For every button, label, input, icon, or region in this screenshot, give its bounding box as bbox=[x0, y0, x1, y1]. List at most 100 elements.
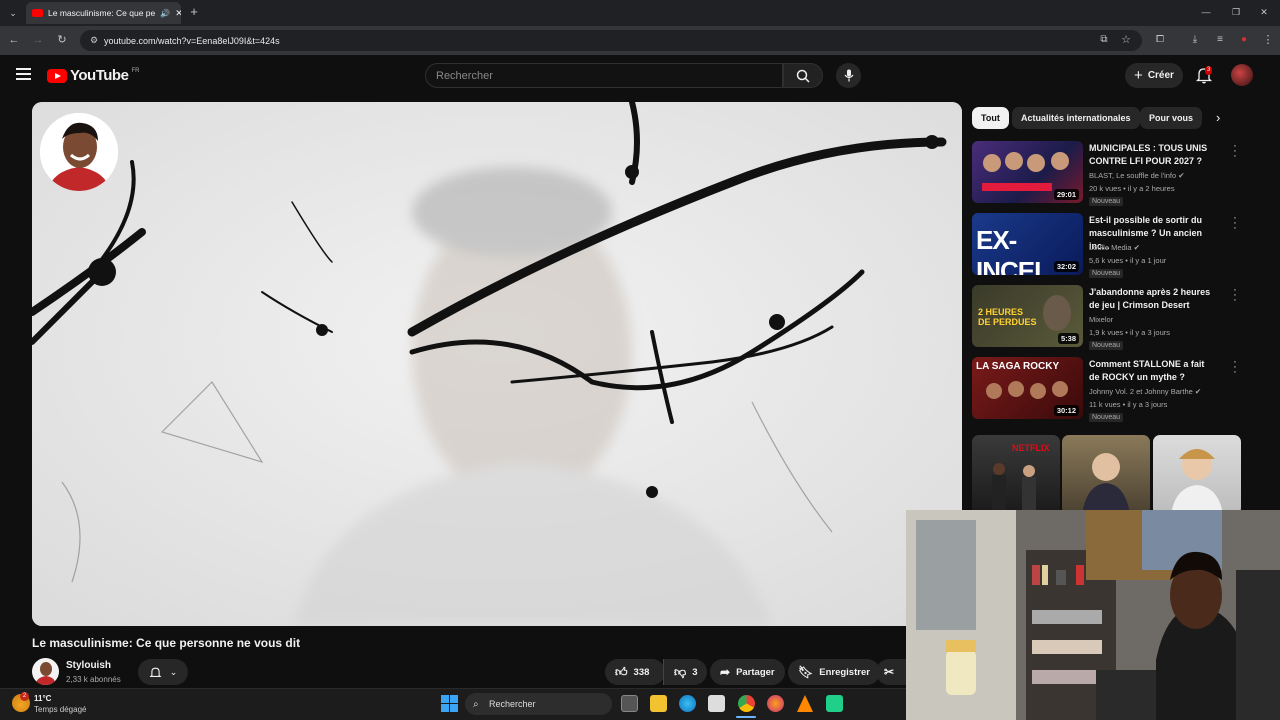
channel-watermark[interactable] bbox=[40, 113, 118, 191]
recommended-channel[interactable]: Mixelor bbox=[1089, 315, 1113, 324]
channel-avatar-image bbox=[32, 658, 59, 685]
app-icon[interactable] bbox=[826, 695, 843, 712]
search-input[interactable]: Rechercher bbox=[425, 63, 783, 88]
window-close-button[interactable]: ✕ bbox=[1256, 5, 1272, 19]
chip-all[interactable]: Tout bbox=[972, 107, 1009, 129]
channel-avatar[interactable] bbox=[32, 658, 59, 685]
video-title: Le masculinisme: Ce que personne ne vous… bbox=[32, 636, 301, 650]
new-tab-button[interactable]: + bbox=[186, 5, 202, 19]
recommended-video[interactable]: 2 HEURES DE PERDUES 5:38 J'abandonne apr… bbox=[972, 285, 1252, 350]
recommended-title[interactable]: MUNICIPALES : TOUS UNIS CONTRE LFI POUR … bbox=[1089, 142, 1217, 168]
voice-search-button[interactable] bbox=[836, 63, 861, 88]
browser-menu-icon[interactable]: ⋮ bbox=[1260, 33, 1276, 47]
video-player[interactable] bbox=[32, 102, 962, 626]
notification-badge: 3 bbox=[1205, 66, 1213, 75]
recommended-channel[interactable]: Loulle Media ✔ bbox=[1089, 243, 1140, 252]
taskbar-search[interactable]: ⌕ Rechercher bbox=[465, 693, 612, 715]
chip-for-you[interactable]: Pour vous bbox=[1140, 107, 1203, 129]
new-badge: Nouveau bbox=[1089, 269, 1124, 278]
duration-badge: 30:12 bbox=[1053, 405, 1079, 416]
logo-country-code: FR bbox=[131, 67, 140, 74]
taskbar-search-label: Rechercher bbox=[489, 699, 536, 709]
video-thumbnail[interactable]: 29:01 bbox=[972, 141, 1083, 203]
more-options-icon[interactable]: · · · bbox=[1232, 357, 1238, 378]
short-art bbox=[1082, 453, 1130, 515]
windows-start-icon[interactable] bbox=[441, 695, 458, 712]
weather-badge: 2 bbox=[20, 692, 29, 701]
more-options-icon[interactable]: · · · bbox=[1232, 141, 1238, 162]
video-frame-artwork bbox=[32, 102, 962, 626]
chips-next-chevron-icon[interactable]: › bbox=[1216, 110, 1220, 125]
like-count: 338 bbox=[633, 666, 650, 678]
recommended-video[interactable]: LA SAGA ROCKY 30:12 Comment STALLONE a f… bbox=[972, 357, 1252, 422]
video-thumbnail[interactable]: LA SAGA ROCKY 30:12 bbox=[972, 357, 1083, 419]
recommended-video[interactable]: 29:01 MUNICIPALES : TOUS UNIS CONTRE LFI… bbox=[972, 141, 1252, 206]
forward-arrow-icon[interactable]: → bbox=[30, 33, 46, 47]
create-label: Créer bbox=[1147, 70, 1174, 81]
hamburger-menu-icon[interactable] bbox=[16, 68, 31, 80]
video-thumbnail[interactable]: EX-INCEL 32:02 bbox=[972, 213, 1083, 275]
search-button[interactable] bbox=[783, 63, 823, 88]
chrome-icon[interactable] bbox=[738, 695, 755, 712]
tab-search-icon[interactable]: ≡ bbox=[1212, 33, 1228, 47]
install-app-icon[interactable]: ⧉ bbox=[1096, 33, 1112, 47]
vlc-icon[interactable] bbox=[797, 695, 813, 712]
share-arrow-icon: ➦ bbox=[720, 665, 731, 679]
bookmark-star-icon[interactable]: ☆ bbox=[1118, 33, 1134, 47]
short-thumbnail[interactable] bbox=[1062, 435, 1150, 515]
microphone-icon bbox=[844, 69, 853, 82]
site-settings-icon[interactable]: ⚙ bbox=[86, 33, 102, 47]
account-avatar[interactable] bbox=[1231, 64, 1253, 86]
url-bar[interactable]: youtube.com/watch?v=Eena8elJ09I&t=424s bbox=[80, 30, 1142, 51]
weather-description[interactable]: Temps dégagé bbox=[34, 705, 86, 714]
download-icon[interactable]: ⤓ bbox=[1187, 33, 1203, 47]
share-button[interactable]: ➦ Partager bbox=[710, 659, 785, 685]
webcam-overlay bbox=[906, 510, 1280, 720]
extensions-icon[interactable]: ⧠ bbox=[1152, 33, 1168, 47]
clip-button[interactable]: ✂ bbox=[876, 659, 906, 685]
chip-world-news[interactable]: Actualités internationales bbox=[1012, 107, 1140, 129]
firefox-icon[interactable] bbox=[767, 695, 784, 712]
subscription-notification-button[interactable]: ⌄ bbox=[138, 659, 188, 685]
store-icon[interactable] bbox=[708, 695, 725, 712]
more-options-icon[interactable]: · · · bbox=[1232, 285, 1238, 306]
task-view-icon[interactable] bbox=[621, 695, 638, 712]
tab-close-icon[interactable]: ✕ bbox=[175, 8, 181, 19]
bookmark-icon: 🔖︎ bbox=[798, 665, 814, 679]
recommended-channel[interactable]: Johnny Vol. 2 et Johnny Barthe ✔ bbox=[1089, 387, 1201, 396]
create-button[interactable]: + Créer bbox=[1125, 63, 1183, 88]
speaker-icon[interactable]: 🔊 bbox=[160, 9, 170, 18]
tab-list-icon[interactable]: ⌄ bbox=[5, 6, 21, 20]
youtube-logo[interactable]: YouTube FR bbox=[47, 67, 139, 84]
recommended-title[interactable]: Comment STALLONE a fait de ROCKY un myth… bbox=[1089, 358, 1217, 384]
recommended-video[interactable]: EX-INCEL 32:02 Est-il possible de sortir… bbox=[972, 213, 1252, 278]
channel-label: Johnny Vol. 2 et Johnny Barthe bbox=[1089, 387, 1193, 396]
profile-icon[interactable]: ● bbox=[1236, 33, 1252, 47]
more-options-icon[interactable]: · · · bbox=[1232, 213, 1238, 234]
new-badge: Nouveau bbox=[1089, 341, 1124, 350]
browser-tab-active[interactable]: Le masculinisme: Ce que pe 🔊 ✕ bbox=[26, 2, 181, 24]
channel-label: Loulle Media bbox=[1089, 243, 1132, 252]
short-caption: NETFLIX bbox=[1012, 443, 1050, 453]
recommended-channel[interactable]: BLAST, Le souffle de l'info ✔ bbox=[1089, 171, 1185, 180]
window-maximize-button[interactable]: ❐ bbox=[1228, 5, 1244, 19]
file-explorer-icon[interactable] bbox=[650, 695, 667, 712]
like-button[interactable]: 👍︎ 338 bbox=[605, 659, 665, 685]
window-minimize-button[interactable]: — bbox=[1198, 5, 1214, 19]
edge-browser-icon[interactable] bbox=[679, 695, 696, 712]
search-icon: ⌕ bbox=[473, 698, 479, 710]
weather-temperature[interactable]: 11°C bbox=[34, 694, 51, 703]
dislike-button[interactable]: 👎︎ 3 bbox=[663, 659, 707, 685]
short-thumbnail[interactable] bbox=[1153, 435, 1241, 515]
back-arrow-icon[interactable]: ← bbox=[6, 33, 22, 47]
channel-name[interactable]: Stylouish bbox=[66, 660, 111, 671]
video-thumbnail[interactable]: 2 HEURES DE PERDUES 5:38 bbox=[972, 285, 1083, 347]
save-button[interactable]: 🔖︎ Enregistrer bbox=[788, 659, 880, 685]
new-badge: Nouveau bbox=[1089, 413, 1124, 422]
recommended-meta: 11 k vues • il y a 3 jours bbox=[1089, 400, 1168, 409]
short-thumbnail[interactable]: NETFLIX bbox=[972, 435, 1060, 515]
recommended-title[interactable]: J'abandonne après 2 heures de jeu | Crim… bbox=[1089, 286, 1217, 312]
reload-icon[interactable]: ↻ bbox=[54, 33, 70, 47]
search-placeholder: Rechercher bbox=[436, 69, 493, 82]
save-label: Enregistrer bbox=[819, 666, 870, 678]
